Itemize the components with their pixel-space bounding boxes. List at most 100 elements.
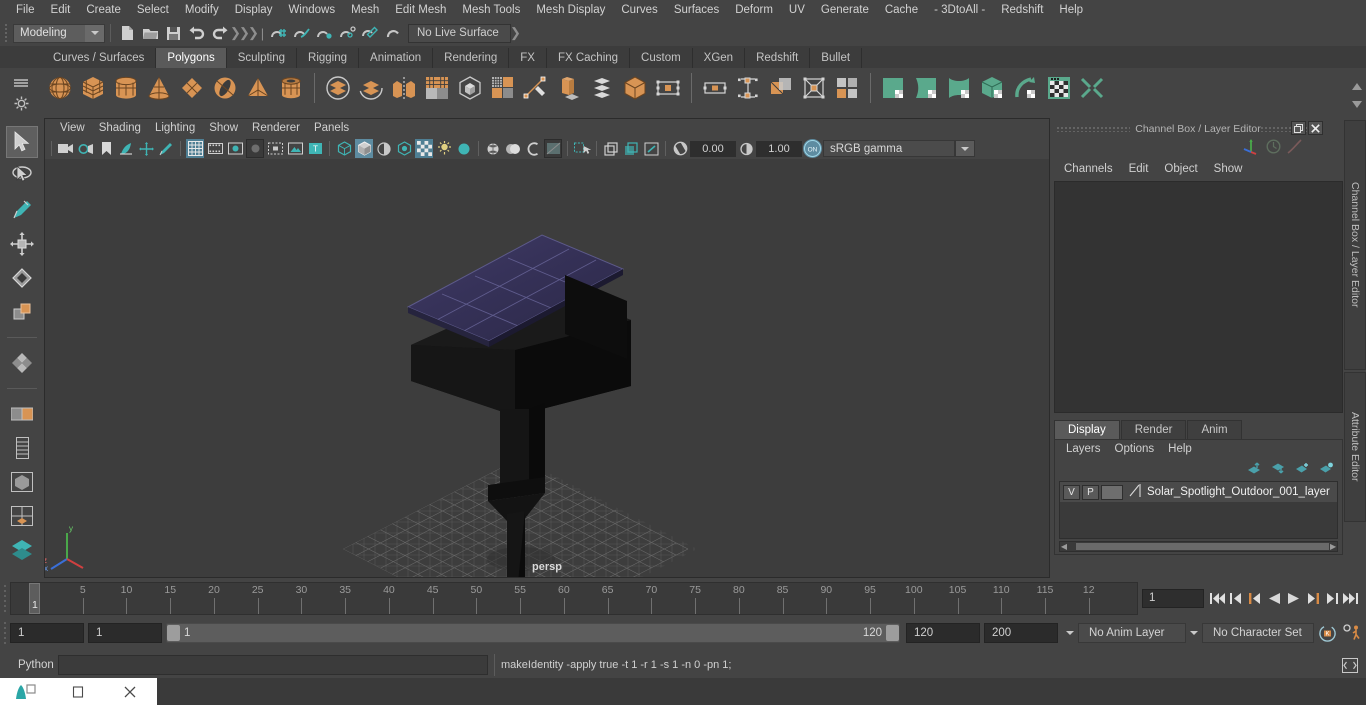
layer-menu-layers[interactable]: Layers bbox=[1059, 440, 1108, 459]
bookmark-icon[interactable] bbox=[97, 139, 115, 158]
shelf-tab-rigging[interactable]: Rigging bbox=[297, 48, 360, 68]
play-backwards-icon[interactable] bbox=[1267, 587, 1282, 609]
extrude-icon[interactable] bbox=[553, 71, 585, 105]
shelf-tab-custom[interactable]: Custom bbox=[630, 48, 693, 68]
time-slider[interactable]: 1 5 10 15 20 25 30 35 40 45 50 55 60 65 70 75 80 85 90 95 1… bbox=[10, 581, 1138, 615]
shelf-tab-rendering[interactable]: Rendering bbox=[433, 48, 510, 68]
snap-settings-icon[interactable] bbox=[6, 398, 38, 430]
menu-windows[interactable]: Windows bbox=[280, 0, 343, 20]
poly-cone-icon[interactable] bbox=[143, 71, 175, 105]
poly-pyramid-icon[interactable] bbox=[242, 71, 274, 105]
menu-uv[interactable]: UV bbox=[781, 0, 813, 20]
move-tool-icon[interactable] bbox=[6, 228, 38, 260]
menu-file[interactable]: File bbox=[8, 0, 43, 20]
motion-blur-icon[interactable] bbox=[484, 139, 502, 158]
channel-menu-show[interactable]: Show bbox=[1206, 159, 1251, 180]
close-icon[interactable] bbox=[104, 678, 156, 705]
go-to-start-icon[interactable] bbox=[1210, 587, 1225, 609]
shelf-tab-polygons[interactable]: Polygons bbox=[156, 48, 227, 68]
smooth-shade-icon[interactable] bbox=[355, 139, 373, 158]
color-management-toggle-icon[interactable]: ON bbox=[803, 139, 822, 158]
menu-redshift[interactable]: Redshift bbox=[993, 0, 1051, 20]
anim-start-time-field[interactable]: 1 bbox=[10, 623, 84, 643]
gamma-value-field[interactable]: 1.00 bbox=[756, 140, 802, 157]
uv-unfold-icon[interactable] bbox=[1010, 71, 1042, 105]
save-scene-icon[interactable] bbox=[162, 22, 185, 44]
separate-icon[interactable] bbox=[355, 71, 387, 105]
clock-icon[interactable] bbox=[1266, 139, 1281, 157]
viewport-menu-panels[interactable]: Panels bbox=[307, 119, 356, 138]
dock-tab-channel-box[interactable]: Channel Box / Layer Editor bbox=[1344, 120, 1366, 370]
uv-cut-icon[interactable] bbox=[1076, 71, 1108, 105]
anim-end-time-field[interactable]: 200 bbox=[984, 623, 1058, 643]
rotate-tool-icon[interactable] bbox=[6, 262, 38, 294]
scroll-left-arrow-icon[interactable]: ◀ bbox=[1060, 542, 1068, 551]
outliner-layout-icon[interactable] bbox=[6, 432, 38, 464]
channel-menu-object[interactable]: Object bbox=[1156, 159, 1205, 180]
film-origin-icon[interactable] bbox=[266, 139, 284, 158]
layer-tab-anim[interactable]: Anim bbox=[1187, 420, 1242, 439]
scale-tool-icon[interactable] bbox=[6, 296, 38, 328]
exposure-gamma-icon[interactable] bbox=[671, 139, 689, 158]
wedge-face-icon[interactable] bbox=[699, 71, 731, 105]
undock-icon[interactable] bbox=[1291, 121, 1306, 135]
anti-alias-icon[interactable] bbox=[504, 139, 522, 158]
undo-icon[interactable] bbox=[185, 22, 208, 44]
live-surface-field[interactable]: No Live Surface bbox=[408, 23, 511, 43]
menu-edit-mesh[interactable]: Edit Mesh bbox=[387, 0, 454, 20]
dock-tab-attribute-editor[interactable]: Attribute Editor bbox=[1344, 372, 1366, 522]
shelf-tab-sculpting[interactable]: Sculpting bbox=[226, 48, 298, 68]
uv-editor-icon[interactable] bbox=[878, 71, 910, 105]
smooth-icon[interactable] bbox=[421, 71, 453, 105]
script-editor-icon[interactable] bbox=[1340, 655, 1360, 675]
layer-menu-help[interactable]: Help bbox=[1161, 440, 1199, 459]
uv-cylindrical-icon[interactable] bbox=[944, 71, 976, 105]
xray-textures-icon[interactable] bbox=[622, 139, 640, 158]
shelf-scroll-arrows[interactable] bbox=[1350, 74, 1364, 118]
append-polygon-icon[interactable] bbox=[652, 71, 684, 105]
close-icon[interactable] bbox=[1308, 121, 1323, 135]
uv-automatic-icon[interactable] bbox=[977, 71, 1009, 105]
2d-pan-zoom-icon[interactable] bbox=[137, 139, 155, 158]
anim-layer-selector[interactable]: No Anim Layer bbox=[1078, 623, 1186, 643]
image-plane-icon[interactable] bbox=[117, 139, 135, 158]
xray-joints-icon[interactable] bbox=[573, 139, 591, 158]
menu-display[interactable]: Display bbox=[227, 0, 281, 20]
menu-cache[interactable]: Cache bbox=[877, 0, 926, 20]
layer-menu-options[interactable]: Options bbox=[1108, 440, 1162, 459]
viewport-menu-show[interactable]: Show bbox=[202, 119, 245, 138]
new-layer-from-selected-icon[interactable] bbox=[1319, 462, 1334, 477]
shelf-tab-fx[interactable]: FX bbox=[509, 48, 547, 68]
menu-help[interactable]: Help bbox=[1051, 0, 1091, 20]
channel-menu-edit[interactable]: Edit bbox=[1121, 159, 1157, 180]
use-lights-icon[interactable] bbox=[415, 139, 433, 158]
poly-cylinder-icon[interactable] bbox=[110, 71, 142, 105]
chevron-up-icon[interactable] bbox=[1352, 81, 1362, 93]
grid-icon[interactable] bbox=[186, 139, 204, 158]
snap-to-grid-icon[interactable] bbox=[267, 22, 290, 44]
move-layer-up-icon[interactable] bbox=[1247, 462, 1262, 477]
xray-icon[interactable]: T bbox=[306, 139, 324, 158]
target-weld-icon[interactable] bbox=[520, 71, 552, 105]
exposure-icon[interactable] bbox=[286, 139, 304, 158]
mirror-geometry-icon[interactable] bbox=[388, 71, 420, 105]
menu-surfaces[interactable]: Surfaces bbox=[666, 0, 727, 20]
boolean-icon[interactable] bbox=[454, 71, 486, 105]
layer-row[interactable]: V P Solar_Spotlight_Outdoor_001_layer bbox=[1060, 482, 1337, 502]
step-back-key-icon[interactable] bbox=[1248, 587, 1263, 609]
layer-tab-display[interactable]: Display bbox=[1054, 420, 1120, 439]
curve-icon[interactable] bbox=[1287, 139, 1302, 157]
current-frame-field[interactable]: 1 bbox=[1142, 588, 1204, 608]
last-tool-icon[interactable] bbox=[6, 347, 38, 379]
camera-attributes-icon[interactable] bbox=[77, 139, 95, 158]
channel-menu-channels[interactable]: Channels bbox=[1056, 159, 1121, 180]
viewport-menu-shading[interactable]: Shading bbox=[92, 119, 148, 138]
snap-to-projected-center-icon[interactable] bbox=[336, 22, 359, 44]
menu-curves[interactable]: Curves bbox=[613, 0, 665, 20]
menu-select[interactable]: Select bbox=[129, 0, 177, 20]
shaded-wireframe-icon[interactable] bbox=[375, 139, 393, 158]
menu-set-selector[interactable]: Modeling bbox=[13, 23, 105, 43]
maya-app-icon[interactable] bbox=[0, 678, 52, 705]
anim-layer-chevron-down-icon[interactable] bbox=[1062, 623, 1078, 643]
gamma-icon[interactable] bbox=[737, 139, 755, 158]
